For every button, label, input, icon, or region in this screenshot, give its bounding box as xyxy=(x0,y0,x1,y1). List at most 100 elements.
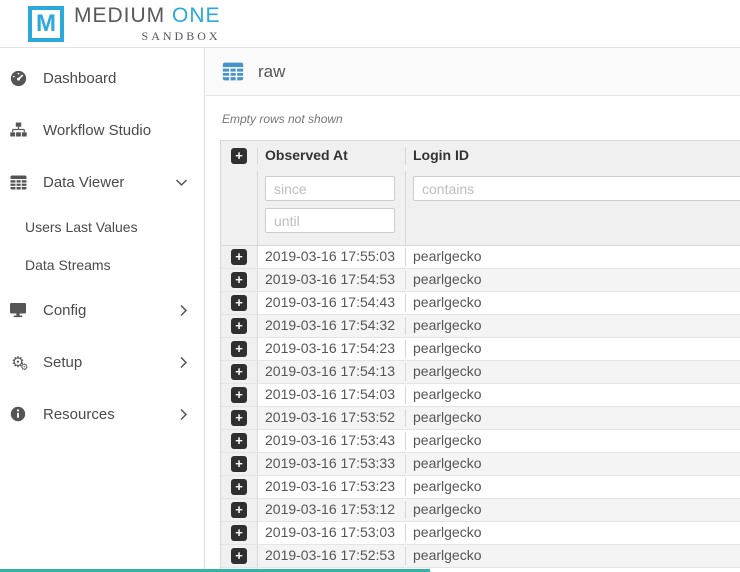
row-login-id: pearlgecko xyxy=(413,455,482,471)
table-row: 2019-03-16 17:52:53 pearlgecko xyxy=(221,545,740,568)
row-observed-at: 2019-03-16 17:54:32 xyxy=(265,317,395,333)
sidebar: Dashboard Workflow Studio xyxy=(0,48,205,572)
chevron-right-icon xyxy=(179,356,188,369)
table-row: 2019-03-16 17:53:52 pearlgecko xyxy=(221,407,740,430)
row-observed-at: 2019-03-16 17:54:13 xyxy=(265,363,395,379)
table-row: 2019-03-16 17:54:53 pearlgecko xyxy=(221,269,740,292)
sidebar-item-data-streams[interactable]: Data Streams xyxy=(0,246,204,284)
table-row: 2019-03-16 17:53:12 pearlgecko xyxy=(221,499,740,522)
page-header: raw xyxy=(206,48,740,96)
gears-icon: ⚙⚙ xyxy=(8,355,28,370)
sidebar-item-label: Dashboard xyxy=(43,70,204,87)
contains-filter-input[interactable] xyxy=(413,176,740,201)
sidebar-item-label: Resources xyxy=(43,406,179,423)
expand-row-button[interactable] xyxy=(231,272,247,288)
column-header-observed-at: Observed At xyxy=(265,147,348,163)
row-login-id: pearlgecko xyxy=(413,524,482,540)
top-header: M MEDIUM ONE SANDBOX xyxy=(0,0,740,48)
workflow-icon xyxy=(8,122,28,138)
table-row: 2019-03-16 17:54:43 pearlgecko xyxy=(221,292,740,315)
brand-name: MEDIUM ONE xyxy=(74,4,221,28)
data-table: Observed At Login ID 2019-03-16 17:55:03… xyxy=(220,140,740,572)
main-content: raw Empty rows not shown Observed At Log… xyxy=(206,48,740,572)
brand-name-primary: MEDIUM xyxy=(74,4,165,27)
table-row: 2019-03-16 17:54:23 pearlgecko xyxy=(221,338,740,361)
row-login-id: pearlgecko xyxy=(413,432,482,448)
expand-row-button[interactable] xyxy=(231,410,247,426)
row-login-id: pearlgecko xyxy=(413,317,482,333)
since-filter-input[interactable] xyxy=(265,176,395,201)
sidebar-item-workflow-studio[interactable]: Workflow Studio xyxy=(0,104,204,156)
row-login-id: pearlgecko xyxy=(413,501,482,517)
column-header-login-id: Login ID xyxy=(413,147,469,163)
expand-row-button[interactable] xyxy=(231,249,247,265)
sidebar-item-resources[interactable]: Resources xyxy=(0,388,204,440)
expand-row-button[interactable] xyxy=(231,433,247,449)
row-login-id: pearlgecko xyxy=(413,547,482,563)
table-row: 2019-03-16 17:54:13 pearlgecko xyxy=(221,361,740,384)
expand-row-button[interactable] xyxy=(231,525,247,541)
expand-row-button[interactable] xyxy=(231,364,247,380)
expand-row-button[interactable] xyxy=(231,387,247,403)
table-row: 2019-03-16 17:55:03 pearlgecko xyxy=(221,246,740,269)
row-observed-at: 2019-03-16 17:53:03 xyxy=(265,524,395,540)
expand-row-button[interactable] xyxy=(231,295,247,311)
row-login-id: pearlgecko xyxy=(413,478,482,494)
row-observed-at: 2019-03-16 17:53:43 xyxy=(265,432,395,448)
row-login-id: pearlgecko xyxy=(413,271,482,287)
sidebar-item-label: Config xyxy=(43,302,179,319)
sidebar-item-label: Data Viewer xyxy=(43,174,175,191)
sidebar-item-dashboard[interactable]: Dashboard xyxy=(0,52,204,104)
info-icon xyxy=(8,406,28,422)
chevron-down-icon xyxy=(175,178,188,187)
expand-row-button[interactable] xyxy=(231,502,247,518)
row-login-id: pearlgecko xyxy=(413,248,482,264)
row-observed-at: 2019-03-16 17:54:23 xyxy=(265,340,395,356)
table-body: 2019-03-16 17:55:03 pearlgecko 2019-03-1… xyxy=(221,246,740,568)
sidebar-subitem-label: Users Last Values xyxy=(25,219,138,235)
table-icon xyxy=(8,175,28,190)
row-login-id: pearlgecko xyxy=(413,363,482,379)
row-observed-at: 2019-03-16 17:55:03 xyxy=(265,248,395,264)
row-observed-at: 2019-03-16 17:53:23 xyxy=(265,478,395,494)
sidebar-subitem-label: Data Streams xyxy=(25,257,111,273)
logo-link[interactable]: M MEDIUM ONE SANDBOX xyxy=(28,4,221,44)
expand-row-button[interactable] xyxy=(231,318,247,334)
row-observed-at: 2019-03-16 17:54:53 xyxy=(265,271,395,287)
sidebar-item-users-last-values[interactable]: Users Last Values xyxy=(0,208,204,246)
expand-all-button[interactable] xyxy=(231,148,247,164)
row-login-id: pearlgecko xyxy=(413,294,482,310)
table-icon xyxy=(222,62,244,81)
sidebar-item-label: Workflow Studio xyxy=(43,122,204,139)
chevron-right-icon xyxy=(179,408,188,421)
empty-rows-note: Empty rows not shown xyxy=(206,96,740,140)
expand-row-button[interactable] xyxy=(231,479,247,495)
page-title: raw xyxy=(258,62,285,82)
row-observed-at: 2019-03-16 17:53:52 xyxy=(265,409,395,425)
row-login-id: pearlgecko xyxy=(413,340,482,356)
expand-row-button[interactable] xyxy=(231,341,247,357)
sidebar-item-label: Setup xyxy=(43,354,179,371)
table-row: 2019-03-16 17:54:32 pearlgecko xyxy=(221,315,740,338)
row-login-id: pearlgecko xyxy=(413,386,482,402)
row-observed-at: 2019-03-16 17:52:53 xyxy=(265,547,395,563)
logo-mark-icon: M xyxy=(28,6,64,42)
sidebar-item-setup[interactable]: ⚙⚙ Setup xyxy=(0,336,204,388)
expand-row-button[interactable] xyxy=(231,456,247,472)
sidebar-item-config[interactable]: Config xyxy=(0,284,204,336)
monitor-icon xyxy=(8,302,28,318)
expand-row-button[interactable] xyxy=(231,548,247,564)
table-row: 2019-03-16 17:53:23 pearlgecko xyxy=(221,476,740,499)
row-observed-at: 2019-03-16 17:54:43 xyxy=(265,294,395,310)
sidebar-item-data-viewer[interactable]: Data Viewer xyxy=(0,156,204,208)
until-filter-input[interactable] xyxy=(265,208,395,233)
chevron-right-icon xyxy=(179,304,188,317)
brand-subtitle: SANDBOX xyxy=(74,29,221,44)
dashboard-icon xyxy=(8,70,28,87)
row-observed-at: 2019-03-16 17:54:03 xyxy=(265,386,395,402)
table-header: Observed At Login ID xyxy=(221,141,740,246)
row-observed-at: 2019-03-16 17:53:33 xyxy=(265,455,395,471)
brand-name-accent: ONE xyxy=(172,4,221,27)
table-row: 2019-03-16 17:53:43 pearlgecko xyxy=(221,430,740,453)
table-row: 2019-03-16 17:53:03 pearlgecko xyxy=(221,522,740,545)
